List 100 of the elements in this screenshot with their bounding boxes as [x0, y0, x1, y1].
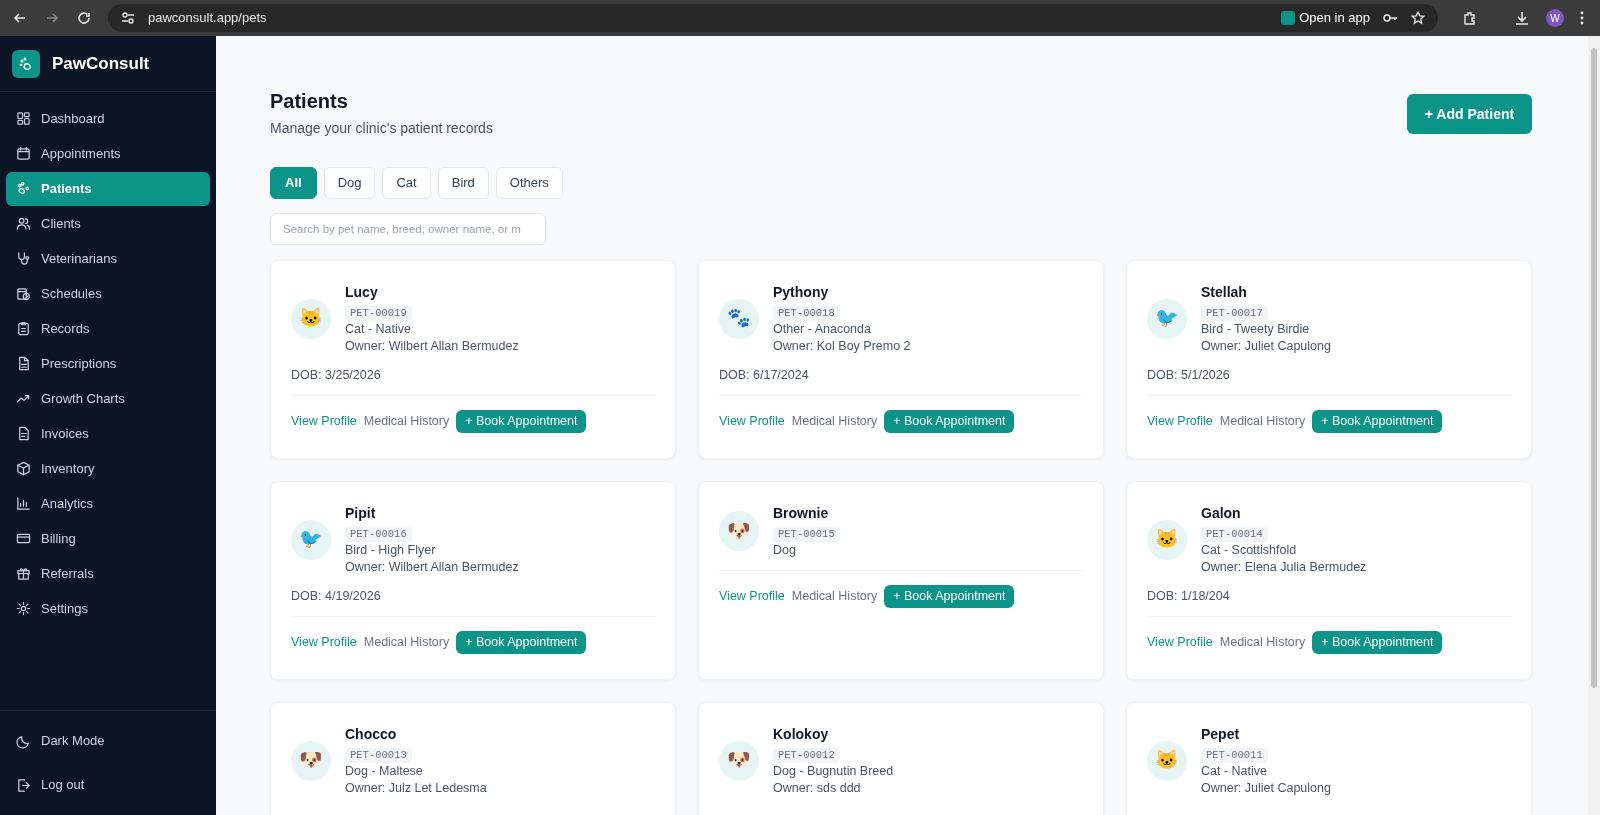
calendar-icon: [16, 146, 31, 161]
medical-history-link[interactable]: Medical History: [363, 633, 450, 652]
open-in-app-button[interactable]: Open in app: [1281, 8, 1370, 28]
pet-species-breed: Cat - Native: [345, 321, 412, 338]
pet-name: Lucy: [345, 283, 379, 302]
medical-history-link[interactable]: Medical History: [1219, 412, 1306, 431]
pet-owner: Owner: Elena Julia Bermudez: [1201, 559, 1367, 576]
sidebar-item[interactable]: Invoices: [6, 416, 210, 451]
medical-history-link[interactable]: Medical History: [363, 412, 450, 431]
sidebar-item[interactable]: Appointments: [6, 136, 210, 171]
logout-icon: [16, 777, 31, 793]
view-profile-link[interactable]: View Profile: [291, 633, 357, 652]
address-bar[interactable]: pawconsult.app/pets Open in app: [108, 4, 1438, 32]
grid-icon: [16, 111, 31, 126]
pet-name: Pepet: [1201, 725, 1241, 744]
sidebar-item[interactable]: Growth Charts: [6, 381, 210, 416]
box-icon: [16, 461, 31, 476]
view-profile-link[interactable]: View Profile: [1147, 633, 1213, 652]
book-appointment-button[interactable]: + Book Appointment: [884, 410, 1015, 433]
sidebar-item[interactable]: Clients: [6, 206, 210, 241]
sidebar-item[interactable]: Referrals: [6, 556, 210, 591]
add-patient-button[interactable]: + Add Patient: [1407, 94, 1532, 134]
filter-tab[interactable]: Dog: [323, 167, 376, 199]
view-profile-link[interactable]: View Profile: [719, 587, 785, 606]
pet-avatar: 🐦: [291, 519, 331, 560]
medical-history-link[interactable]: Medical History: [791, 587, 878, 606]
sidebar-item[interactable]: Schedules: [6, 276, 210, 311]
medical-history-link[interactable]: Medical History: [1219, 633, 1306, 652]
site-settings-icon: [120, 10, 136, 26]
star-icon[interactable]: [1410, 10, 1426, 26]
sidebar-item[interactable]: Analytics: [6, 486, 210, 521]
pet-id-badge: PET-00014: [1201, 527, 1268, 542]
sidebar-item[interactable]: Records: [6, 311, 210, 346]
url-text: pawconsult.app/pets: [148, 9, 267, 28]
book-appointment-button[interactable]: + Book Appointment: [456, 410, 587, 433]
medical-history-link[interactable]: Medical History: [791, 412, 878, 431]
pet-owner: Owner: Juliet Capulong: [1201, 780, 1331, 797]
filter-tab[interactable]: All: [270, 167, 317, 199]
sidebar-footer-item[interactable]: Dark Mode: [6, 719, 210, 763]
book-appointment-button[interactable]: + Book Appointment: [456, 631, 587, 654]
view-profile-link[interactable]: View Profile: [291, 412, 357, 431]
app-icon: [1281, 11, 1296, 25]
pet-species-breed: Other - Anaconda: [773, 321, 872, 338]
pet-id-badge: PET-00017: [1201, 306, 1268, 321]
sidebar-item[interactable]: Billing: [6, 521, 210, 556]
pet-id-badge: PET-00019: [345, 306, 412, 321]
pet-id-badge: PET-00016: [345, 527, 412, 542]
pet-owner: Owner: sds ddd: [773, 780, 862, 797]
pet-avatar: 🐱: [1147, 519, 1187, 560]
pet-name: Kolokoy: [773, 725, 830, 744]
pet-species-breed: Dog - Maltese: [345, 763, 424, 780]
sidebar-footer-item[interactable]: Log out: [6, 763, 210, 807]
document-icon: [16, 356, 31, 371]
settings-icon: [16, 601, 31, 616]
pet-name: Stellah: [1201, 283, 1248, 302]
reload-icon[interactable]: [76, 10, 92, 26]
sidebar-item[interactable]: Settings: [6, 591, 210, 626]
sidebar-item[interactable]: Veterinarians: [6, 241, 210, 276]
pet-owner: Owner: Wilbert Allan Bermudez: [345, 559, 519, 576]
stethoscope-icon: [16, 251, 31, 266]
view-profile-link[interactable]: View Profile: [1147, 412, 1213, 431]
pet-avatar: 🐾: [719, 298, 759, 339]
paw-icon: [16, 181, 31, 196]
book-appointment-button[interactable]: + Book Appointment: [884, 585, 1015, 608]
pet-avatar: 🐱: [291, 298, 331, 339]
pet-id-badge: PET-00015: [773, 527, 840, 542]
filter-tab[interactable]: Bird: [437, 167, 489, 199]
profile-avatar[interactable]: W: [1546, 9, 1564, 27]
pet-species-breed: Dog: [773, 542, 797, 559]
pet-dob: DOB: 1/18/204: [1147, 588, 1231, 605]
pet-species-breed: Bird - Tweety Birdie: [1201, 321, 1311, 338]
pet-species-breed: Dog - Bugnutin Breed: [773, 763, 894, 780]
pet-dob: DOB: 4/19/2026: [291, 588, 382, 605]
filter-tab[interactable]: Cat: [382, 167, 431, 199]
download-icon[interactable]: [1514, 10, 1530, 26]
book-appointment-button[interactable]: + Book Appointment: [1312, 631, 1443, 654]
pet-dob: DOB: 6/17/2024: [719, 367, 810, 384]
pet-id-badge: PET-00018: [773, 306, 840, 321]
filter-tab[interactable]: Others: [495, 167, 563, 199]
pet-owner: Owner: Julz Let Ledesma: [345, 780, 487, 797]
sidebar-item[interactable]: Dashboard: [6, 101, 210, 136]
pet-id-badge: PET-00012: [773, 748, 840, 763]
book-appointment-button[interactable]: + Book Appointment: [1312, 410, 1443, 433]
pet-species-breed: Cat - Native: [1201, 763, 1268, 780]
sidebar-item[interactable]: Prescriptions: [6, 346, 210, 381]
sidebar-item[interactable]: Patients: [6, 171, 210, 206]
credit-card-icon: [16, 531, 31, 546]
document-icon: [16, 426, 31, 441]
extension-icon[interactable]: [1462, 10, 1478, 26]
pet-species-breed: Bird - High Flyer: [345, 542, 437, 559]
menu-icon[interactable]: [1580, 11, 1584, 25]
view-profile-link[interactable]: View Profile: [719, 412, 785, 431]
pet-owner: Owner: Juliet Capulong: [1201, 338, 1331, 355]
paw-logo-icon: [12, 49, 40, 78]
pet-avatar: 🐦: [1147, 298, 1187, 339]
pet-avatar: 🐱: [1147, 740, 1187, 781]
gift-icon: [16, 566, 31, 581]
sidebar-item[interactable]: Inventory: [6, 451, 210, 486]
scrollbar[interactable]: [1588, 36, 1600, 815]
search-field[interactable]: Search by pet name, breed, owner name, or m: [270, 213, 546, 245]
